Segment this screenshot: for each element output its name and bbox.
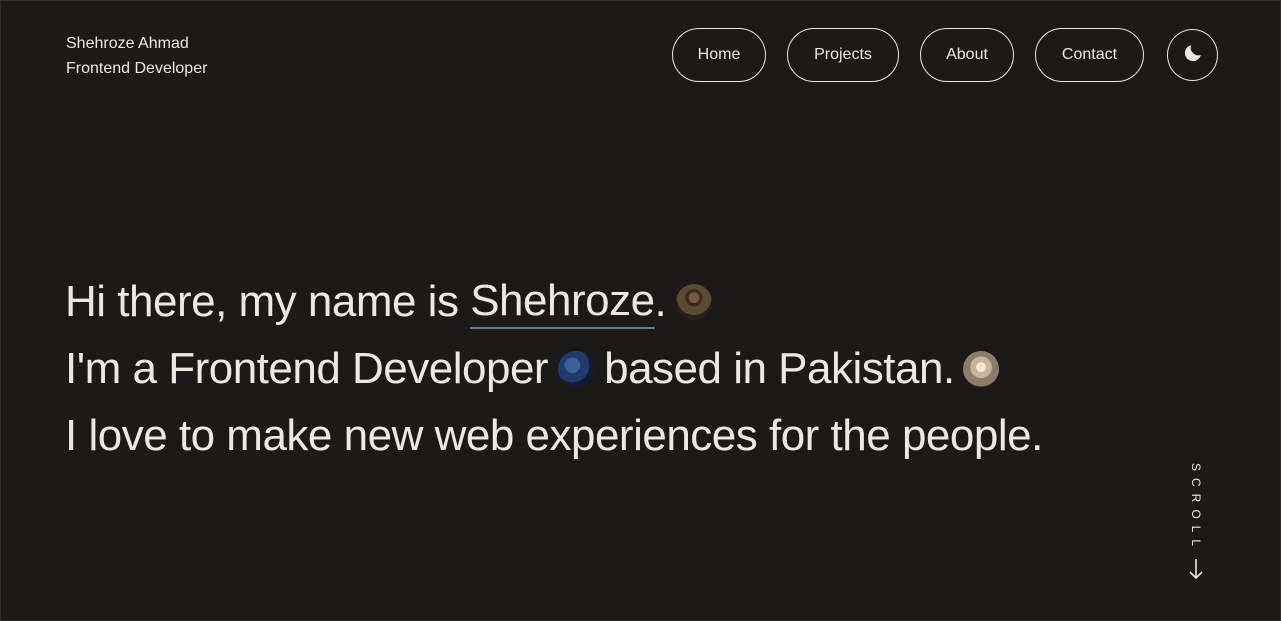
moon-icon bbox=[1182, 42, 1204, 69]
nav-projects-button[interactable]: Projects bbox=[787, 28, 899, 82]
mosque-icon bbox=[962, 350, 999, 387]
nav-contact-button[interactable]: Contact bbox=[1035, 28, 1144, 82]
brand-name: Shehroze Ahmad bbox=[66, 35, 189, 52]
brand-role: Frontend Developer bbox=[66, 60, 208, 77]
hero-name-link[interactable]: Shehroze bbox=[470, 275, 655, 329]
hero-intro: Hi there, my name is Shehroze. I'm a Fro… bbox=[65, 268, 1043, 469]
hero-line-2: I'm a Frontend Developer based in Pakist… bbox=[65, 335, 1043, 402]
profile-photo-icon bbox=[676, 283, 713, 320]
scroll-indicator[interactable]: SCROLL bbox=[1187, 463, 1205, 585]
arrow-down-icon bbox=[1188, 557, 1204, 585]
nav-about-button[interactable]: About bbox=[920, 28, 1014, 82]
hero-line-2-suffix: based in Pakistan. bbox=[604, 344, 955, 393]
theme-toggle-button[interactable] bbox=[1167, 29, 1218, 81]
nav-home-button[interactable]: Home bbox=[672, 28, 766, 82]
code-screen-icon bbox=[558, 350, 595, 387]
scroll-label: SCROLL bbox=[1189, 463, 1203, 554]
hero-line-1: Hi there, my name is Shehroze. bbox=[65, 268, 1043, 335]
hero-line-1-suffix: . bbox=[654, 277, 667, 326]
hero-line-1-prefix: Hi there, my name is bbox=[65, 277, 471, 326]
hero-line-2-prefix: I'm a Frontend Developer bbox=[65, 344, 549, 393]
hero-line-3: I love to make new web experiences for t… bbox=[65, 411, 1043, 460]
site-brand[interactable]: Shehroze Ahmad Frontend Developer bbox=[66, 31, 207, 81]
main-nav: Home Projects About Contact bbox=[672, 28, 1144, 82]
